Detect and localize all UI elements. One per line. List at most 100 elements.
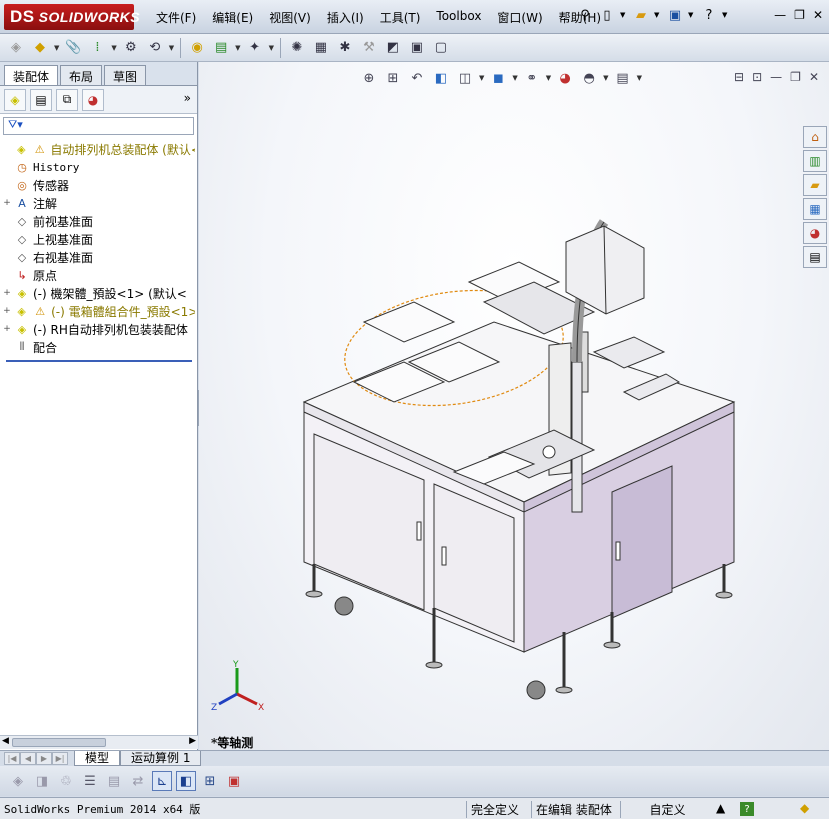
bill-of-materials-icon[interactable]: ▦	[311, 38, 331, 58]
view-orientation-icon[interactable]: ◫	[455, 68, 475, 88]
shaded-view-icon[interactable]: ◧	[176, 771, 196, 791]
linear-pattern-icon[interactable]: ⁞	[87, 38, 107, 58]
display-manager-icon[interactable]: ◕	[82, 88, 104, 111]
edit-component-icon[interactable]: ◈	[6, 38, 26, 58]
menu-insert[interactable]: 插入(I)	[319, 9, 372, 26]
list-view-icon[interactable]: ☰	[80, 771, 100, 791]
tree-node[interactable]: ◇ 前视基准面	[2, 212, 195, 230]
zoom-to-area-icon[interactable]: ⊞	[383, 68, 403, 88]
tree-node[interactable]: ◇ 上视基准面	[2, 230, 195, 248]
split-vertical-icon[interactable]: ⊡	[752, 70, 762, 84]
tree-node[interactable]: + ◈ ⚠ (-) 電箱體組合件_預設<1>	[2, 302, 195, 320]
hide-show-items-icon[interactable]: ⚭	[522, 68, 542, 88]
graphics-area[interactable]: ⊕ ⊞ ↶ ◧ ◫ ▼ ◼ ▼ ⚭ ▼ ◕ ◓ ▼ ▤ ▼ ⊟ ⊡ — ❐ ✕ …	[199, 62, 829, 750]
viewport-restore-icon[interactable]: ❐	[790, 70, 801, 84]
display-style-icon[interactable]: ◼	[488, 68, 508, 88]
close-icon[interactable]: ✕	[813, 8, 823, 22]
table-view-icon[interactable]: ⊞	[200, 771, 220, 791]
assembly-model-drawing[interactable]	[294, 202, 744, 702]
menu-file[interactable]: 文件(F)	[148, 9, 204, 26]
design-library-icon[interactable]: ▥	[803, 150, 827, 172]
help-dropdown-icon[interactable]: ▼	[722, 11, 730, 19]
edit-appearance-icon[interactable]: ◕	[555, 68, 575, 88]
split-horizontal-icon[interactable]: ⊟	[734, 70, 744, 84]
scroll-thumb[interactable]	[12, 738, 106, 747]
appearances-icon[interactable]: ◕	[803, 222, 827, 244]
menu-view[interactable]: 视图(V)	[261, 9, 319, 26]
prev-tab-icon[interactable]: ◀	[20, 752, 36, 765]
reference-geometry-icon[interactable]: ✦	[245, 38, 265, 58]
scroll-left-icon[interactable]: ◀	[2, 736, 9, 746]
solidworks-resources-icon[interactable]: ⌂	[803, 126, 827, 148]
first-tab-icon[interactable]: |◀	[4, 752, 20, 765]
mate-icon[interactable]: 📎	[63, 38, 83, 58]
tab-assembly[interactable]: 装配体	[4, 65, 59, 85]
tree-node[interactable]: + A 注解	[2, 194, 195, 212]
smart-fasteners-icon[interactable]: ⚙	[121, 38, 141, 58]
scene-dropdown-icon[interactable]: ▼	[603, 74, 608, 82]
interference-detection-icon[interactable]: ◩	[383, 38, 403, 58]
new-dropdown-icon[interactable]: ▼	[620, 11, 628, 19]
minimize-icon[interactable]: —	[774, 8, 786, 22]
tree-node[interactable]: ◇ 右视基准面	[2, 248, 195, 266]
feature-manager-icon[interactable]: ◈	[4, 88, 26, 111]
tab-model[interactable]: 模型	[74, 751, 121, 766]
zoom-to-fit-icon[interactable]: ⊕	[359, 68, 379, 88]
rollback-bar[interactable]	[6, 360, 192, 362]
restore-icon[interactable]: ❐	[794, 8, 805, 22]
menu-tools[interactable]: 工具(T)	[372, 9, 429, 26]
tree-horizontal-scrollbar[interactable]: ◀ ▶	[0, 735, 198, 749]
viewport-minimize-icon[interactable]: —	[770, 70, 782, 84]
solidworks-logo[interactable]: DS SOLIDWORKS	[4, 4, 140, 30]
pattern-dropdown-icon[interactable]: ▼	[111, 44, 116, 52]
tree-node[interactable]: ↳ 原点	[2, 266, 195, 284]
new-motion-study-icon[interactable]: ✺	[287, 38, 307, 58]
units-up-icon[interactable]: ▲	[716, 801, 725, 815]
pin-icon[interactable]: ⚲	[576, 6, 594, 24]
exploded-view-icon[interactable]: ✱	[335, 38, 355, 58]
play-icon[interactable]: ◨	[32, 771, 52, 791]
apply-scene-icon[interactable]: ◓	[579, 68, 599, 88]
tab-sketch[interactable]: 草图	[104, 65, 147, 85]
save-icon[interactable]: ▣	[666, 6, 684, 24]
open-folder-icon[interactable]: ▰	[632, 6, 650, 24]
last-tab-icon[interactable]: ▶|	[52, 752, 68, 765]
insert-component-icon[interactable]: ◆	[30, 38, 50, 58]
units-selector[interactable]: 自定义	[620, 801, 710, 818]
assembly-features-icon[interactable]: ▤	[211, 38, 231, 58]
menu-edit[interactable]: 编辑(E)	[204, 9, 261, 26]
property-manager-icon[interactable]: ▤	[30, 88, 52, 111]
view-palette-icon[interactable]: ▦	[803, 198, 827, 220]
section-view-icon[interactable]: ◧	[431, 68, 451, 88]
view-settings-icon[interactable]: ▤	[613, 68, 633, 88]
menu-window[interactable]: 窗口(W)	[489, 9, 550, 26]
help-button[interactable]: ?	[700, 6, 718, 24]
open-dropdown-icon[interactable]: ▼	[654, 11, 662, 19]
move-component-icon[interactable]: ⟲	[145, 38, 165, 58]
physics-icon[interactable]: ♲	[56, 771, 76, 791]
filter-icon[interactable]: ⛛▾	[8, 118, 23, 131]
show-hidden-icon[interactable]: ◉	[187, 38, 207, 58]
menu-toolbox[interactable]: Toolbox	[428, 9, 489, 26]
more-tabs-button[interactable]: »	[184, 91, 191, 105]
expand-toggle-icon[interactable]: +	[2, 306, 12, 316]
tree-node[interactable]: + ◈ (-) RH自动排列机包装装配体	[2, 320, 195, 338]
new-document-icon[interactable]: ▯	[598, 6, 616, 24]
save-animation-icon[interactable]: ▣	[224, 771, 244, 791]
assembly-features-dropdown-icon[interactable]: ▼	[235, 44, 240, 52]
reference-dropdown-icon[interactable]: ▼	[269, 44, 274, 52]
view-orientation-dropdown-icon[interactable]: ▼	[479, 74, 484, 82]
view-settings-dropdown-icon[interactable]: ▼	[637, 74, 642, 82]
calculate-icon[interactable]: ◈	[8, 771, 28, 791]
file-explorer-icon[interactable]: ▰	[803, 174, 827, 196]
expand-toggle-icon[interactable]: +	[2, 288, 12, 298]
hide-show-dropdown-icon[interactable]: ▼	[546, 74, 551, 82]
clearance-verification-icon[interactable]: ▣	[407, 38, 427, 58]
insert-component-dropdown-icon[interactable]: ▼	[54, 44, 59, 52]
expand-toggle-icon[interactable]: +	[2, 324, 12, 334]
tree-node[interactable]: ◈ ⚠ 自动排列机总装配体 (默认<	[2, 140, 195, 158]
help-icon[interactable]: ?	[740, 802, 754, 816]
display-style-dropdown-icon[interactable]: ▼	[512, 74, 517, 82]
tree-node[interactable]: + ◈ (-) 機架體_預設<1> (默认<	[2, 284, 195, 302]
expand-toggle-icon[interactable]: +	[2, 198, 12, 208]
